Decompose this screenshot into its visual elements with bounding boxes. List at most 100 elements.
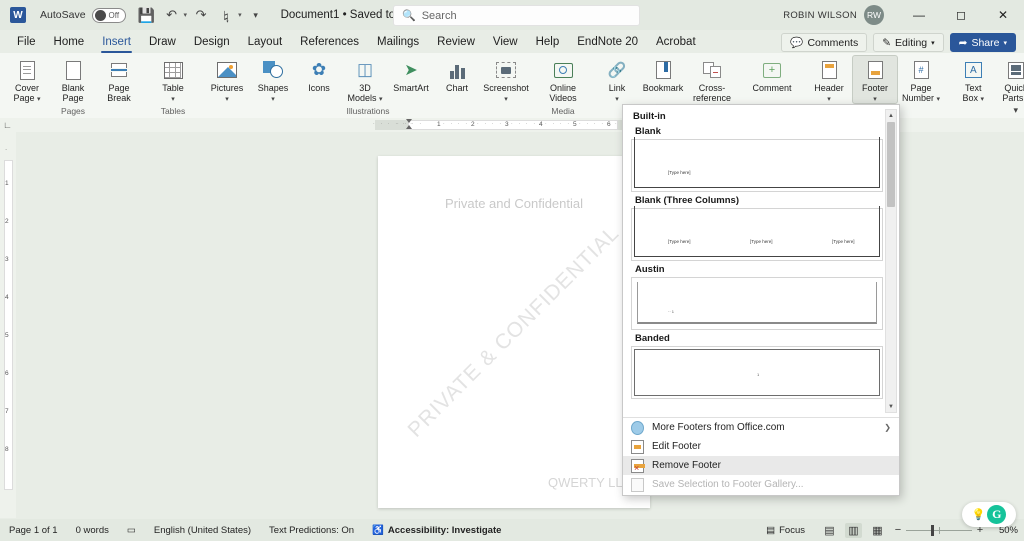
page-info[interactable]: Page 1 of 1 — [0, 525, 67, 536]
remove-footer-menu-item[interactable]: Remove Footer — [623, 456, 899, 475]
gallery-thumb-blank[interactable]: [Type here] — [631, 139, 883, 192]
tab-file[interactable]: File — [8, 34, 45, 51]
save-selection-label: Save Selection to Footer Gallery... — [652, 479, 804, 490]
footer-button[interactable]: Footer▾ — [852, 55, 898, 104]
cross-reference-label: Cross-reference — [693, 83, 731, 103]
page-header-text[interactable]: Private and Confidential — [378, 196, 650, 211]
grammarly-logo-icon[interactable]: G — [987, 505, 1006, 524]
gallery-thumb-three-columns[interactable]: [Type here] [Type here] [Type here] — [631, 208, 883, 261]
search-input[interactable]: 🔍 Search — [393, 5, 640, 26]
autosave-control[interactable]: AutoSave Off — [40, 8, 126, 23]
indent-marker[interactable] — [406, 119, 413, 130]
page-break-button[interactable]: PageBreak — [96, 55, 142, 103]
vruler-mark-6: 6 — [5, 370, 9, 377]
gallery-thumb-austin[interactable]: ·· 1 — [631, 277, 883, 330]
cross-reference-button[interactable]: Cross-reference — [686, 55, 738, 103]
tab-help[interactable]: Help — [527, 34, 569, 51]
online-videos-label: OnlineVideos — [549, 83, 576, 103]
format-painter-dropdown-icon[interactable]: ▾ — [238, 11, 242, 19]
page-footer-text[interactable]: QWERTY LLC — [548, 475, 632, 490]
tab-acrobat[interactable]: Acrobat — [647, 34, 705, 51]
tab-draw[interactable]: Draw — [140, 34, 185, 51]
comment-button[interactable]: + Comment — [746, 55, 798, 93]
text-predictions-label[interactable]: Text Predictions: On — [260, 525, 363, 536]
tab-mailings[interactable]: Mailings — [368, 34, 428, 51]
icons-button[interactable]: ✿ Icons — [296, 55, 342, 93]
pictures-button[interactable]: Pictures▾ — [204, 55, 250, 103]
gallery-item-banded[interactable]: Banded 1 — [631, 333, 885, 399]
lightbulb-icon[interactable]: 💡 — [972, 508, 986, 521]
proofing-icon[interactable]: ▭ — [118, 525, 145, 536]
avatar[interactable]: RW — [864, 5, 884, 25]
chart-button[interactable]: Chart — [434, 55, 480, 93]
table-button[interactable]: Table▾ — [150, 55, 196, 103]
format-painter-icon[interactable]: 𝄯 — [215, 4, 237, 26]
gallery-thumb-banded[interactable]: 1 — [631, 346, 883, 399]
tab-endnote[interactable]: EndNote 20 — [568, 34, 647, 51]
web-layout-button[interactable]: ▦ — [869, 523, 886, 538]
cover-page-button[interactable]: CoverPage ▾ — [4, 55, 50, 103]
document-page[interactable]: Private and Confidential PRIVATE & CONFI… — [378, 156, 650, 508]
comments-button[interactable]: 💬 Comments — [781, 33, 867, 52]
scroll-up-icon[interactable]: ▲ — [886, 110, 896, 121]
tab-view[interactable]: View — [484, 34, 527, 51]
icons-icon: ✿ — [312, 58, 326, 82]
word-count[interactable]: 0 words — [67, 525, 118, 536]
tab-design[interactable]: Design — [185, 34, 239, 51]
zoom-handle[interactable] — [931, 525, 934, 536]
gallery-scrollbar[interactable]: ▲ ▼ — [885, 109, 897, 413]
restore-button[interactable]: ◻ — [940, 0, 982, 30]
pencil-icon: ✎ — [882, 37, 891, 49]
customize-qat-icon[interactable]: ▾ — [245, 4, 267, 26]
tab-stop-selector[interactable]: ∟ — [3, 120, 12, 130]
3d-models-button[interactable]: ◫ 3DModels ▾ — [342, 55, 388, 103]
more-footers-menu-item[interactable]: More Footers from Office.com ❯ — [623, 418, 899, 437]
gallery-item-blank-three-columns[interactable]: Blank (Three Columns) [Type here] [Type … — [631, 195, 885, 261]
vertical-ruler[interactable]: · 1 2 3 4 5 6 7 8 — [0, 132, 16, 518]
read-mode-button[interactable]: ▤ — [821, 523, 838, 538]
quick-parts-button[interactable]: QuickParts ▾ — [995, 55, 1024, 103]
online-videos-button[interactable]: OnlineVideos — [540, 55, 586, 103]
horizontal-ruler-marks: · · · · · · 1 · · · · 2 · · · · 3 · · · … — [375, 118, 645, 132]
undo-icon[interactable]: ↶ — [161, 4, 183, 26]
edit-footer-menu-item[interactable]: Edit Footer — [623, 437, 899, 456]
share-button[interactable]: ➦ Share ▾ — [950, 33, 1016, 52]
tab-insert[interactable]: Insert — [93, 34, 140, 51]
shapes-button[interactable]: Shapes▾ — [250, 55, 296, 103]
gallery-item-label: Austin — [635, 264, 885, 275]
gallery-item-austin[interactable]: Austin ·· 1 — [631, 264, 885, 330]
pictures-label: Pictures▾ — [211, 83, 244, 103]
gallery-item-blank[interactable]: Blank [Type here] — [631, 126, 885, 192]
accessibility-status[interactable]: ♿ Accessibility: Investigate — [363, 525, 510, 536]
blank-page-button[interactable]: BlankPage — [50, 55, 96, 103]
ribbon-tab-bar: File Home Insert Draw Design Layout Refe… — [0, 31, 1024, 53]
autosave-toggle[interactable]: Off — [92, 8, 126, 23]
minimize-button[interactable]: — — [898, 0, 940, 30]
zoom-out-button[interactable]: − — [893, 524, 903, 536]
tab-home[interactable]: Home — [45, 34, 94, 51]
editing-button[interactable]: ✎ Editing ▾ — [873, 33, 943, 52]
screenshot-button[interactable]: Screenshot▾ — [480, 55, 532, 103]
save-icon[interactable]: 💾 — [136, 4, 158, 26]
scroll-down-icon[interactable]: ▼ — [886, 401, 896, 412]
tab-review[interactable]: Review — [428, 34, 484, 51]
zoom-track[interactable] — [906, 530, 972, 531]
language-label[interactable]: English (United States) — [145, 525, 260, 536]
text-box-button[interactable]: A TextBox ▾ — [952, 55, 995, 103]
ribbon-collapse-icon[interactable]: ▾ — [1013, 105, 1018, 116]
tab-references[interactable]: References — [291, 34, 368, 51]
bookmark-button[interactable]: Bookmark — [640, 55, 686, 93]
undo-dropdown-icon[interactable]: ▾ — [184, 11, 188, 19]
scrollbar-thumb[interactable] — [887, 122, 895, 207]
focus-button[interactable]: ▤ Focus — [757, 525, 814, 536]
print-layout-button[interactable]: ▥ — [845, 523, 862, 538]
close-button[interactable]: ✕ — [982, 0, 1024, 30]
page-number-button[interactable]: # PageNumber ▾ — [898, 55, 944, 103]
gallery-item-label: Blank — [635, 126, 885, 137]
link-button[interactable]: 🔗 Link▾ — [594, 55, 640, 103]
header-button[interactable]: Header▾ — [806, 55, 852, 103]
grammarly-widget[interactable]: 💡 G — [962, 502, 1016, 527]
tab-layout[interactable]: Layout — [239, 34, 292, 51]
smartart-button[interactable]: ➤ SmartArt — [388, 55, 434, 93]
redo-icon[interactable]: ↷ — [190, 4, 212, 26]
